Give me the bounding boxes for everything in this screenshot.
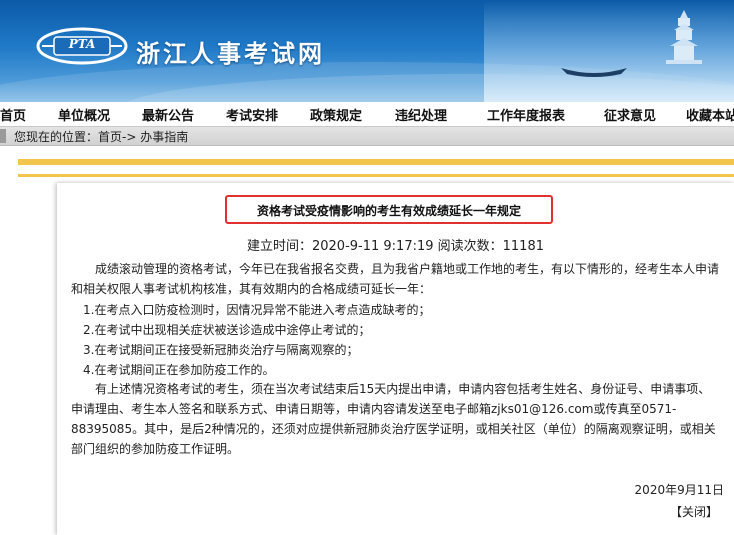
nav-item-bookmark[interactable]: 收藏本站	[686, 105, 734, 124]
close-link[interactable]: 【关闭】	[670, 503, 718, 520]
article-card: 资格考试受疫情影响的考生有效成绩延长一年规定 建立时间：2020-9-11 9:…	[57, 183, 734, 535]
pta-logo: PTA	[36, 26, 128, 66]
pagoda-icon	[666, 10, 702, 64]
nav-item-home[interactable]: 首页	[0, 105, 26, 124]
nav-item-feedback[interactable]: 征求意见	[604, 105, 656, 124]
list-item: 2.在考试中出现相关症状被送诊造成中途停止考试的；	[83, 323, 371, 337]
breadcrumb-marker	[0, 129, 6, 143]
nav-item-violations[interactable]: 违纪处理	[395, 105, 447, 124]
article-meta: 建立时间：2020-9-11 9:17:19 阅读次数：11181	[246, 239, 544, 254]
article-body: 有上述情况资格考试的考生，须在当次考试结束后15天内提出申请，申请内容包括考生姓…	[71, 382, 716, 456]
nav-item-about[interactable]: 单位概况	[58, 105, 110, 124]
list-item: 3.在考试期间正在接受新冠肺炎治疗与隔离观察的；	[83, 343, 359, 357]
article-date: 2020年9月11日	[634, 483, 724, 497]
nav-item-exam-schedule[interactable]: 考试安排	[226, 105, 278, 124]
article-intro: 成绩滚动管理的资格考试，今年已在我省报名交费，且为我省户籍地或工作地的考生，有以…	[71, 262, 720, 296]
site-name: 浙江人事考试网	[136, 40, 325, 68]
divider-bar	[18, 159, 734, 165]
nav-item-notices[interactable]: 最新公告	[142, 105, 194, 124]
breadcrumb: 您现在的位置：首页-> 办事指南	[0, 127, 734, 146]
divider-bar	[18, 174, 734, 177]
main-nav: 首页 单位概况 最新公告 考试安排 政策规定 违纪处理 工作年度报表 征求意见 …	[0, 102, 734, 127]
logo-text: PTA	[68, 37, 96, 51]
breadcrumb-text: 您现在的位置：首页-> 办事指南	[14, 130, 189, 144]
list-item: 1.在考点入口防疫检测时，因情况异常不能进入考点造成缺考的；	[83, 303, 431, 317]
nav-item-policy[interactable]: 政策规定	[310, 105, 362, 124]
article-title: 资格考试受疫情影响的考生有效成绩延长一年规定	[256, 204, 521, 218]
title-highlight-box: 资格考试受疫情影响的考生有效成绩延长一年规定	[225, 195, 553, 224]
boat-icon	[561, 68, 627, 77]
header-banner: PTA 浙江人事考试网	[0, 0, 734, 102]
list-item: 4.在考试期间正在参加防疫工作的。	[83, 363, 275, 377]
nav-item-annual-report[interactable]: 工作年度报表	[487, 105, 565, 124]
